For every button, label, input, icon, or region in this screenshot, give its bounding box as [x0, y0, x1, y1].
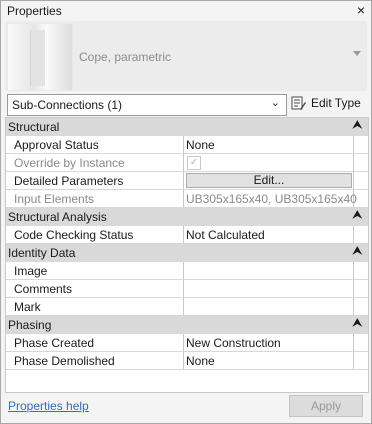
- type-name: Cope, parametric: [79, 50, 172, 64]
- property-row: Phase Created New Construction: [6, 334, 368, 352]
- footer: Properties help Apply: [5, 393, 367, 421]
- apply-button[interactable]: Apply: [289, 395, 363, 417]
- property-name: Mark: [14, 300, 41, 314]
- property-name: Override by Instance: [14, 156, 125, 170]
- column-divider: [183, 226, 184, 243]
- column-divider: [353, 298, 354, 315]
- properties-grid: Structural ⮝ Approval Status None Override b…: [5, 117, 369, 393]
- column-divider: [183, 280, 184, 297]
- column-divider: [183, 334, 184, 351]
- collapse-icon[interactable]: ⮝: [353, 317, 362, 330]
- group-header[interactable]: Phasing ⮝: [6, 316, 368, 334]
- property-row: Comments: [6, 280, 368, 298]
- property-name: Image: [14, 264, 48, 278]
- edit-parameters-button[interactable]: Edit...: [186, 173, 352, 188]
- group-header[interactable]: Identity Data ⮝: [6, 244, 368, 262]
- column-divider: [353, 226, 354, 243]
- property-row: Image: [6, 262, 368, 280]
- title-bar: Properties ×: [1, 1, 371, 21]
- column-divider: [183, 154, 184, 171]
- property-value: UB305x165x40, UB305x165x40: [186, 192, 357, 206]
- group-name: Identity Data: [8, 246, 76, 260]
- chevron-down-icon[interactable]: [353, 51, 361, 56]
- group-header[interactable]: Structural ⮝: [6, 118, 368, 136]
- instance-filter-value: Sub-Connections (1): [12, 98, 123, 112]
- property-row: Approval Status None: [6, 136, 368, 154]
- column-divider: [353, 334, 354, 351]
- property-row: Input Elements UB305x165x40, UB305x165x40: [6, 190, 368, 208]
- property-name: Code Checking Status: [14, 228, 134, 242]
- collapse-icon[interactable]: ⮝: [353, 119, 362, 132]
- type-selector[interactable]: Cope, parametric: [5, 21, 367, 91]
- edit-type-button[interactable]: Edit Type: [291, 94, 367, 114]
- property-value[interactable]: New Construction: [186, 336, 281, 350]
- column-divider: [183, 190, 184, 207]
- property-row: Mark: [6, 298, 368, 316]
- property-value[interactable]: None: [186, 354, 215, 368]
- properties-help-link[interactable]: Properties help: [8, 399, 89, 413]
- collapse-icon[interactable]: ⮝: [353, 209, 362, 222]
- column-divider: [353, 136, 354, 153]
- group-header[interactable]: Structural Analysis ⮝: [6, 208, 368, 226]
- property-value[interactable]: Not Calculated: [186, 228, 265, 242]
- property-name: Detailed Parameters: [14, 174, 124, 188]
- group-name: Phasing: [8, 318, 52, 332]
- column-divider: [353, 262, 354, 279]
- property-name: Approval Status: [14, 138, 99, 152]
- chevron-down-icon: ⌄: [270, 97, 280, 109]
- column-divider: [353, 154, 354, 171]
- property-row: Detailed Parameters Edit...: [6, 172, 368, 190]
- property-row: Phase Demolished None: [6, 352, 368, 370]
- beam-cope-icon: [7, 23, 73, 91]
- edit-type-label: Edit Type: [311, 96, 361, 110]
- edit-type-icon: [291, 96, 306, 110]
- column-divider: [183, 172, 184, 189]
- column-divider: [183, 352, 184, 369]
- filter-row: Sub-Connections (1) ⌄ Edit Type: [5, 93, 367, 116]
- column-divider: [183, 136, 184, 153]
- collapse-icon[interactable]: ⮝: [353, 245, 362, 258]
- property-name: Phase Created: [14, 336, 95, 350]
- group-name: Structural Analysis: [8, 210, 107, 224]
- property-name: Input Elements: [14, 192, 95, 206]
- property-row: Code Checking Status Not Calculated: [6, 226, 368, 244]
- override-checkbox: ✓: [187, 156, 201, 170]
- column-divider: [353, 172, 354, 189]
- palette-title: Properties: [7, 4, 62, 18]
- instance-filter-dropdown[interactable]: Sub-Connections (1) ⌄: [7, 94, 287, 116]
- properties-palette: Properties × Cope, parametric Sub-Connec…: [0, 0, 372, 424]
- property-row: Override by Instance ✓: [6, 154, 368, 172]
- column-divider: [183, 262, 184, 279]
- property-name: Comments: [14, 282, 73, 296]
- column-divider: [353, 352, 354, 369]
- group-name: Structural: [8, 120, 60, 134]
- close-icon[interactable]: ×: [357, 2, 365, 18]
- column-divider: [183, 298, 184, 315]
- column-divider: [353, 280, 354, 297]
- property-name: Phase Demolished: [14, 354, 115, 368]
- property-value[interactable]: None: [186, 138, 215, 152]
